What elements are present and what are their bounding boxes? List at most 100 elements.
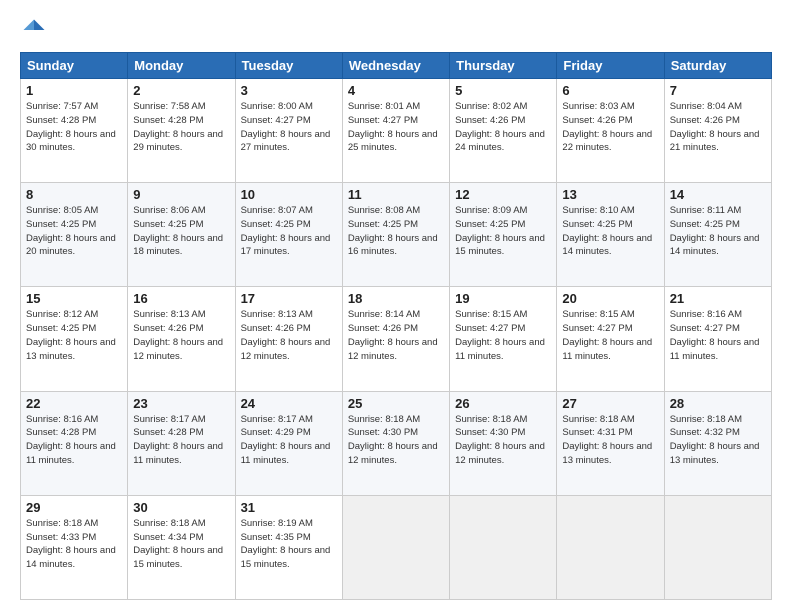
day-number: 20 [562,291,658,306]
calendar-cell [450,495,557,599]
header [20,16,772,44]
calendar-cell: 21 Sunrise: 8:16 AMSunset: 4:27 PMDaylig… [664,287,771,391]
calendar-cell: 12 Sunrise: 8:09 AMSunset: 4:25 PMDaylig… [450,183,557,287]
page: SundayMondayTuesdayWednesdayThursdayFrid… [0,0,792,612]
day-detail: Sunrise: 8:15 AMSunset: 4:27 PMDaylight:… [455,309,545,361]
week-row-3: 15 Sunrise: 8:12 AMSunset: 4:25 PMDaylig… [21,287,772,391]
day-number: 10 [241,187,337,202]
day-detail: Sunrise: 8:18 AMSunset: 4:34 PMDaylight:… [133,518,223,570]
calendar-cell: 9 Sunrise: 8:06 AMSunset: 4:25 PMDayligh… [128,183,235,287]
day-number: 24 [241,396,337,411]
calendar-cell: 7 Sunrise: 8:04 AMSunset: 4:26 PMDayligh… [664,79,771,183]
day-detail: Sunrise: 8:17 AMSunset: 4:29 PMDaylight:… [241,414,331,466]
day-detail: Sunrise: 8:03 AMSunset: 4:26 PMDaylight:… [562,101,652,153]
day-detail: Sunrise: 8:16 AMSunset: 4:27 PMDaylight:… [670,309,760,361]
day-number: 26 [455,396,551,411]
calendar-cell: 26 Sunrise: 8:18 AMSunset: 4:30 PMDaylig… [450,391,557,495]
day-detail: Sunrise: 8:10 AMSunset: 4:25 PMDaylight:… [562,205,652,257]
day-detail: Sunrise: 8:00 AMSunset: 4:27 PMDaylight:… [241,101,331,153]
day-detail: Sunrise: 8:08 AMSunset: 4:25 PMDaylight:… [348,205,438,257]
day-number: 9 [133,187,229,202]
calendar-cell: 22 Sunrise: 8:16 AMSunset: 4:28 PMDaylig… [21,391,128,495]
calendar-table: SundayMondayTuesdayWednesdayThursdayFrid… [20,52,772,600]
weekday-header-saturday: Saturday [664,53,771,79]
day-number: 2 [133,83,229,98]
calendar-cell: 25 Sunrise: 8:18 AMSunset: 4:30 PMDaylig… [342,391,449,495]
weekday-header-tuesday: Tuesday [235,53,342,79]
day-detail: Sunrise: 8:18 AMSunset: 4:30 PMDaylight:… [348,414,438,466]
calendar-cell: 4 Sunrise: 8:01 AMSunset: 4:27 PMDayligh… [342,79,449,183]
day-number: 4 [348,83,444,98]
logo [20,16,52,44]
calendar-cell [557,495,664,599]
day-number: 30 [133,500,229,515]
day-detail: Sunrise: 8:13 AMSunset: 4:26 PMDaylight:… [241,309,331,361]
calendar-cell: 14 Sunrise: 8:11 AMSunset: 4:25 PMDaylig… [664,183,771,287]
calendar-cell: 31 Sunrise: 8:19 AMSunset: 4:35 PMDaylig… [235,495,342,599]
day-number: 11 [348,187,444,202]
day-number: 25 [348,396,444,411]
calendar-cell: 20 Sunrise: 8:15 AMSunset: 4:27 PMDaylig… [557,287,664,391]
day-number: 5 [455,83,551,98]
weekday-header-monday: Monday [128,53,235,79]
day-number: 14 [670,187,766,202]
day-detail: Sunrise: 8:06 AMSunset: 4:25 PMDaylight:… [133,205,223,257]
calendar-cell: 28 Sunrise: 8:18 AMSunset: 4:32 PMDaylig… [664,391,771,495]
calendar-cell: 29 Sunrise: 8:18 AMSunset: 4:33 PMDaylig… [21,495,128,599]
day-number: 23 [133,396,229,411]
calendar-cell: 27 Sunrise: 8:18 AMSunset: 4:31 PMDaylig… [557,391,664,495]
day-number: 6 [562,83,658,98]
day-number: 3 [241,83,337,98]
calendar-cell: 8 Sunrise: 8:05 AMSunset: 4:25 PMDayligh… [21,183,128,287]
calendar-cell: 13 Sunrise: 8:10 AMSunset: 4:25 PMDaylig… [557,183,664,287]
calendar-cell: 16 Sunrise: 8:13 AMSunset: 4:26 PMDaylig… [128,287,235,391]
day-detail: Sunrise: 8:01 AMSunset: 4:27 PMDaylight:… [348,101,438,153]
calendar-cell: 30 Sunrise: 8:18 AMSunset: 4:34 PMDaylig… [128,495,235,599]
weekday-header-wednesday: Wednesday [342,53,449,79]
calendar-cell: 2 Sunrise: 7:58 AMSunset: 4:28 PMDayligh… [128,79,235,183]
day-detail: Sunrise: 8:11 AMSunset: 4:25 PMDaylight:… [670,205,760,257]
day-number: 19 [455,291,551,306]
calendar-cell: 11 Sunrise: 8:08 AMSunset: 4:25 PMDaylig… [342,183,449,287]
day-number: 27 [562,396,658,411]
day-detail: Sunrise: 8:18 AMSunset: 4:32 PMDaylight:… [670,414,760,466]
calendar-cell: 19 Sunrise: 8:15 AMSunset: 4:27 PMDaylig… [450,287,557,391]
day-number: 12 [455,187,551,202]
day-number: 28 [670,396,766,411]
calendar-cell: 23 Sunrise: 8:17 AMSunset: 4:28 PMDaylig… [128,391,235,495]
week-row-5: 29 Sunrise: 8:18 AMSunset: 4:33 PMDaylig… [21,495,772,599]
day-detail: Sunrise: 8:15 AMSunset: 4:27 PMDaylight:… [562,309,652,361]
week-row-2: 8 Sunrise: 8:05 AMSunset: 4:25 PMDayligh… [21,183,772,287]
weekday-header-friday: Friday [557,53,664,79]
week-row-1: 1 Sunrise: 7:57 AMSunset: 4:28 PMDayligh… [21,79,772,183]
day-detail: Sunrise: 8:18 AMSunset: 4:31 PMDaylight:… [562,414,652,466]
day-detail: Sunrise: 8:09 AMSunset: 4:25 PMDaylight:… [455,205,545,257]
weekday-header-sunday: Sunday [21,53,128,79]
day-number: 7 [670,83,766,98]
day-detail: Sunrise: 8:04 AMSunset: 4:26 PMDaylight:… [670,101,760,153]
day-number: 18 [348,291,444,306]
day-detail: Sunrise: 8:14 AMSunset: 4:26 PMDaylight:… [348,309,438,361]
day-detail: Sunrise: 8:13 AMSunset: 4:26 PMDaylight:… [133,309,223,361]
day-number: 31 [241,500,337,515]
day-number: 22 [26,396,122,411]
day-detail: Sunrise: 8:05 AMSunset: 4:25 PMDaylight:… [26,205,116,257]
day-detail: Sunrise: 8:18 AMSunset: 4:33 PMDaylight:… [26,518,116,570]
day-detail: Sunrise: 7:57 AMSunset: 4:28 PMDaylight:… [26,101,116,153]
calendar-cell [342,495,449,599]
day-detail: Sunrise: 8:17 AMSunset: 4:28 PMDaylight:… [133,414,223,466]
calendar-cell: 6 Sunrise: 8:03 AMSunset: 4:26 PMDayligh… [557,79,664,183]
day-number: 21 [670,291,766,306]
day-number: 17 [241,291,337,306]
calendar-cell: 17 Sunrise: 8:13 AMSunset: 4:26 PMDaylig… [235,287,342,391]
day-detail: Sunrise: 8:12 AMSunset: 4:25 PMDaylight:… [26,309,116,361]
day-number: 8 [26,187,122,202]
calendar-cell [664,495,771,599]
day-detail: Sunrise: 8:18 AMSunset: 4:30 PMDaylight:… [455,414,545,466]
calendar-cell: 18 Sunrise: 8:14 AMSunset: 4:26 PMDaylig… [342,287,449,391]
day-detail: Sunrise: 7:58 AMSunset: 4:28 PMDaylight:… [133,101,223,153]
week-row-4: 22 Sunrise: 8:16 AMSunset: 4:28 PMDaylig… [21,391,772,495]
calendar-cell: 15 Sunrise: 8:12 AMSunset: 4:25 PMDaylig… [21,287,128,391]
day-number: 1 [26,83,122,98]
calendar-cell: 10 Sunrise: 8:07 AMSunset: 4:25 PMDaylig… [235,183,342,287]
